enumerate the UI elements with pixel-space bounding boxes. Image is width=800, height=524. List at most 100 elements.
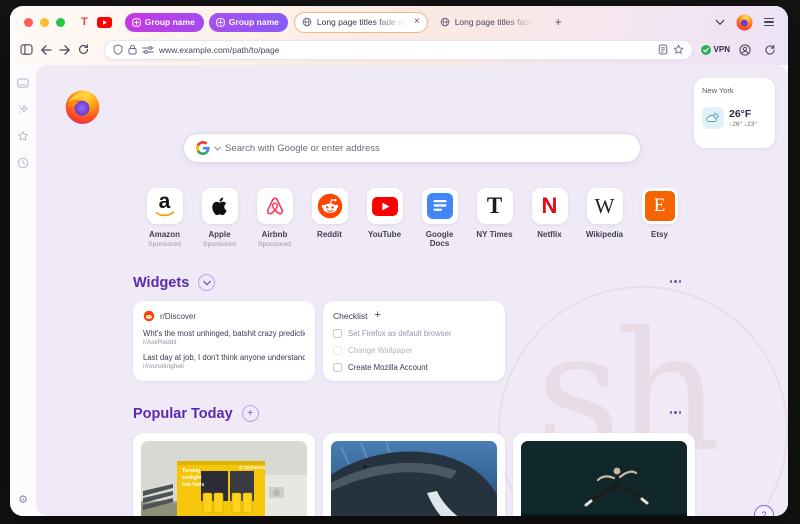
shortcut-youtube[interactable]: YouTube <box>363 188 407 248</box>
account-icon[interactable] <box>739 43 751 56</box>
lock-icon[interactable] <box>128 44 137 55</box>
apple-icon <box>211 197 227 216</box>
reddit-post[interactable]: Wht's the most unhinged, batshit crazy p… <box>143 329 305 346</box>
tab-close-icon[interactable]: × <box>414 17 420 27</box>
tab-inactive[interactable]: Long page titles fade off <box>436 17 539 27</box>
checkbox[interactable] <box>333 346 342 356</box>
history-swirl-icon[interactable] <box>764 44 776 56</box>
globe-icon <box>302 17 312 27</box>
netflix-icon: N <box>541 193 558 218</box>
tab-active[interactable]: Long page titles fade off × <box>293 11 428 33</box>
address-bar[interactable]: www.example.com/path/to/page <box>104 39 693 60</box>
checkbox[interactable] <box>333 329 342 339</box>
gmail-pinned-icon[interactable]: T <box>81 16 88 28</box>
bookmark-star-icon[interactable] <box>673 44 684 55</box>
checklist-item-label: Change Wallpaper <box>348 346 413 356</box>
widgets-collapse-button[interactable] <box>198 274 216 292</box>
shortcut-reddit[interactable]: Reddit <box>308 188 352 248</box>
checkbox[interactable] <box>333 363 342 373</box>
titlebar: T Group name Group name Long page titles… <box>10 6 788 38</box>
sidebar-tabs-icon[interactable] <box>17 75 29 93</box>
url-text[interactable]: www.example.com/path/to/page <box>159 45 653 55</box>
forward-icon[interactable] <box>59 44 71 55</box>
checklist-add-button[interactable]: + <box>374 310 380 321</box>
shortcut-amazon[interactable]: a Amazon Sponsored <box>143 188 187 248</box>
shortcut-google-docs[interactable]: Google Docs <box>418 188 462 248</box>
firefox-logo <box>65 90 100 124</box>
sidebar-toggle-icon[interactable] <box>20 44 33 55</box>
firefox-account-avatar[interactable] <box>736 14 753 31</box>
widgets-more-menu-icon[interactable] <box>669 280 681 283</box>
amazon-icon: a <box>155 191 175 218</box>
new-tab-button[interactable]: + <box>555 15 562 29</box>
popular-today-section: Popular Today + Turning sunlight into fu… <box>133 405 695 516</box>
checklist-item[interactable]: Set Firefox as default browser <box>333 329 495 339</box>
google-logo-icon[interactable] <box>196 141 210 155</box>
popular-card-dancer[interactable] <box>513 433 695 516</box>
reddit-icon <box>143 311 155 322</box>
google-docs-icon <box>426 193 453 219</box>
popular-card-solar[interactable]: Turning sunlight into fuels ⛭ Synhelion <box>133 433 315 516</box>
minimize-window-button[interactable] <box>40 17 49 27</box>
dancer-image <box>521 441 687 516</box>
sidebar-history-icon[interactable] <box>17 156 29 174</box>
reddit-widget[interactable]: r/Discover Wht's the most unhinged, bats… <box>133 301 315 382</box>
tab-group-icon <box>131 17 141 27</box>
weather-widget[interactable]: New York 26°F ↑26° ↓23° <box>694 78 775 148</box>
whale-image <box>331 441 497 516</box>
tab-list-chevron-icon[interactable] <box>715 19 725 26</box>
reload-icon[interactable] <box>78 44 89 55</box>
checklist-item[interactable]: Create Mozilla Account <box>333 363 495 373</box>
shortcut-wikipedia[interactable]: W Wikipedia <box>583 188 627 248</box>
reddit-post[interactable]: Last day at job, I don't think anyone un… <box>143 353 305 370</box>
weather-high: ↑26° <box>729 121 743 128</box>
globe-icon <box>440 17 450 27</box>
sidebar-bookmarks-icon[interactable] <box>17 129 29 147</box>
svg-text:⛭ Synhelion: ⛭ Synhelion <box>239 465 266 470</box>
weather-city: New York <box>702 86 734 95</box>
popular-add-button[interactable]: + <box>241 405 259 423</box>
search-engine-chevron-icon[interactable] <box>214 146 221 151</box>
search-input[interactable] <box>225 142 628 154</box>
newtab-content: sh New York 26°F ↑26° ↓23° Search with G… <box>36 65 788 516</box>
weather-low: ↓23° <box>743 121 757 128</box>
reddit-post-title: Last day at job, I don't think anyone un… <box>143 353 305 363</box>
shield-icon[interactable] <box>113 44 123 55</box>
browser-window: T Group name Group name Long page titles… <box>10 6 788 516</box>
tab-group-icon <box>216 17 225 27</box>
vpn-badge[interactable]: VPN <box>700 44 730 55</box>
reddit-widget-title: r/Discover <box>160 311 197 321</box>
back-icon[interactable] <box>40 44 52 55</box>
reader-mode-icon[interactable] <box>658 44 668 55</box>
checklist-item[interactable]: Change Wallpaper <box>333 346 495 356</box>
shortcut-netflix[interactable]: N Netflix <box>528 188 572 248</box>
sidebar-settings-gear-icon[interactable]: ⚙ <box>18 493 28 506</box>
permissions-icon[interactable] <box>142 45 154 55</box>
menu-hamburger-icon[interactable] <box>764 17 774 27</box>
search-bar[interactable] <box>183 133 641 163</box>
window-controls <box>24 17 65 27</box>
shortcut-ny-times[interactable]: T NY Times <box>473 188 517 248</box>
shortcuts-row: a Amazon Sponsored Apple Sponsored Airbn… <box>36 188 788 248</box>
shortcut-apple[interactable]: Apple Sponsored <box>198 188 242 248</box>
floating-help-button[interactable]: ? <box>754 505 774 516</box>
sidebar-ai-sparkle-icon[interactable] <box>17 102 29 120</box>
popular-today-title: Popular Today <box>133 405 233 422</box>
popular-card-whale[interactable] <box>323 433 505 516</box>
reddit-post-subreddit: r/recruitinghell <box>143 363 184 371</box>
navigation-toolbar: www.example.com/path/to/page VPN <box>10 38 788 65</box>
checklist-widget[interactable]: Checklist + Set Firefox as default brows… <box>323 301 505 382</box>
popular-more-menu-icon[interactable] <box>669 411 681 414</box>
sun-cloud-icon <box>702 107 724 129</box>
tab-group-1[interactable]: Group name <box>124 12 204 32</box>
etsy-icon: E <box>644 191 675 221</box>
shortcut-etsy[interactable]: E Etsy <box>638 188 682 248</box>
shortcut-airbnb[interactable]: Airbnb Sponsored <box>253 188 297 248</box>
close-window-button[interactable] <box>24 17 33 27</box>
youtube-pinned-icon[interactable] <box>96 16 112 28</box>
zoom-window-button[interactable] <box>56 17 65 27</box>
tab-group-2[interactable]: Group name <box>208 12 288 32</box>
reddit-post-subreddit: r/AskReddit <box>143 339 177 347</box>
checklist-item-label: Create Mozilla Account <box>348 363 428 373</box>
tab-title: Long page titles fade off <box>454 17 535 27</box>
